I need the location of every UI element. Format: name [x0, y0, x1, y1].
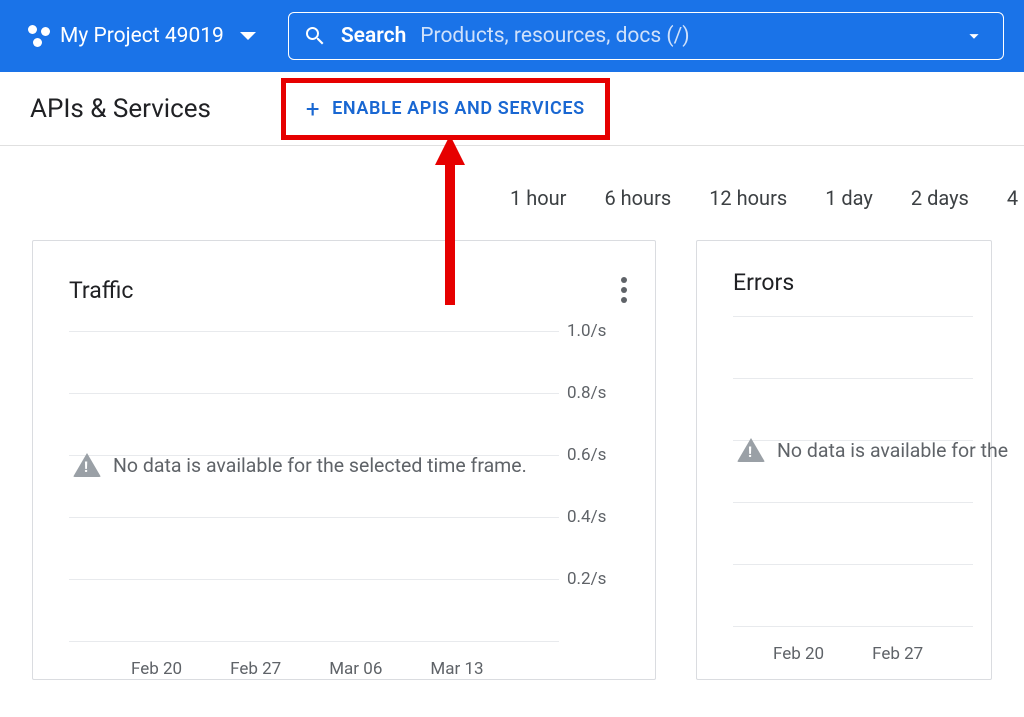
- time-option-6h[interactable]: 6 hours: [604, 186, 671, 210]
- y-tick: 0.8/s: [567, 383, 606, 403]
- search-bar[interactable]: Search: [288, 12, 1004, 60]
- project-name: My Project 49019: [60, 24, 224, 48]
- search-label: Search: [341, 24, 406, 48]
- plus-icon: +: [306, 97, 320, 121]
- time-option-12h[interactable]: 12 hours: [709, 186, 787, 210]
- time-range-selector: 1 hour 6 hours 12 hours 1 day 2 days 4 d…: [510, 146, 1024, 240]
- y-tick: 1.0/s: [567, 321, 606, 341]
- project-selector[interactable]: My Project 49019: [20, 24, 264, 48]
- errors-chart: No data is available for the Feb 20 Feb …: [733, 316, 971, 626]
- errors-empty-state: No data is available for the: [737, 438, 1008, 462]
- time-option-2d[interactable]: 2 days: [911, 186, 969, 210]
- time-option-4d[interactable]: 4 days: [1007, 186, 1024, 210]
- x-tick: Feb 20: [773, 644, 824, 664]
- traffic-chart: 1.0/s 0.8/s 0.6/s 0.4/s 0.2/s No data is…: [69, 331, 635, 641]
- errors-card: Errors No data is available for the Feb …: [696, 240, 992, 680]
- project-icon: [28, 25, 50, 47]
- chevron-down-icon: [240, 32, 256, 40]
- time-option-1h[interactable]: 1 hour: [510, 186, 566, 210]
- y-tick: 0.2/s: [567, 569, 606, 589]
- chevron-down-icon[interactable]: [963, 25, 985, 47]
- page-title: APIs & Services: [30, 94, 211, 124]
- enable-apis-label: ENABLE APIS AND SERVICES: [332, 98, 585, 119]
- traffic-card-title: Traffic: [69, 277, 133, 304]
- errors-x-axis: Feb 20 Feb 27: [773, 644, 923, 664]
- dashboard-cards: Traffic 1.0/s 0.8/s 0.6/s 0.4/s 0.2/s No…: [0, 240, 1024, 680]
- errors-card-title: Errors: [733, 269, 794, 296]
- enable-apis-button[interactable]: + ENABLE APIS AND SERVICES: [281, 78, 610, 140]
- x-tick: Mar 06: [329, 659, 382, 679]
- kebab-menu-icon[interactable]: [613, 269, 635, 311]
- top-bar: My Project 49019 Search: [0, 0, 1024, 72]
- sub-header: APIs & Services + ENABLE APIS AND SERVIC…: [0, 72, 1024, 146]
- search-input[interactable]: [420, 24, 949, 48]
- warning-icon: [737, 438, 765, 462]
- search-icon: [303, 24, 327, 48]
- x-tick: Feb 27: [872, 644, 923, 664]
- traffic-empty-state: No data is available for the selected ti…: [73, 453, 527, 477]
- y-tick: 0.4/s: [567, 507, 606, 527]
- x-tick: Feb 20: [131, 659, 182, 679]
- time-option-1d[interactable]: 1 day: [825, 186, 873, 210]
- warning-icon: [73, 453, 101, 477]
- y-tick: 0.6/s: [567, 445, 606, 465]
- x-tick: Mar 13: [430, 659, 483, 679]
- traffic-card: Traffic 1.0/s 0.8/s 0.6/s 0.4/s 0.2/s No…: [32, 240, 656, 680]
- x-tick: Feb 27: [230, 659, 281, 679]
- traffic-x-axis: Feb 20 Feb 27 Mar 06 Mar 13: [131, 659, 484, 679]
